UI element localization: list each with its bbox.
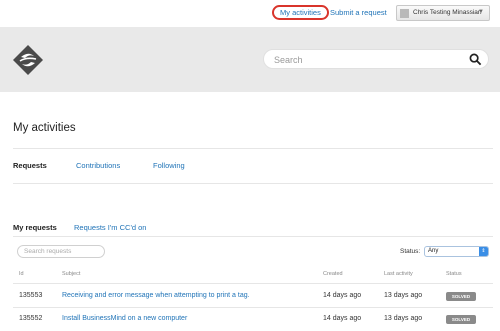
request-id: 135552 [19, 315, 43, 322]
user-menu[interactable]: Chris Testing Minassian ▼ [396, 5, 490, 21]
row-divider [13, 307, 493, 308]
search-requests-input[interactable] [17, 245, 105, 258]
tab-following[interactable]: Following [153, 161, 185, 170]
status-select-value: Any [428, 248, 439, 254]
avatar [400, 9, 409, 18]
request-subject-link[interactable]: Install BusinessMind on a new computer [62, 315, 187, 322]
status-select[interactable]: Any ⇕ [424, 246, 489, 257]
tab-contributions[interactable]: Contributions [76, 161, 120, 170]
request-subject-link[interactable]: Receiving and error message when attempt… [62, 292, 250, 299]
status-badge: SOLVED [446, 292, 476, 301]
subtabs-divider [13, 236, 493, 237]
tabs-divider [13, 183, 493, 184]
tab-requests[interactable]: Requests [13, 161, 47, 170]
column-header-id: Id [19, 271, 24, 277]
search-icon[interactable] [469, 53, 482, 66]
request-last-activity: 13 days ago [384, 292, 423, 299]
column-header-status: Status [446, 271, 462, 277]
status-badge: SOLVED [446, 315, 476, 324]
search-input[interactable] [274, 53, 464, 66]
subtab-cc-requests[interactable]: Requests I'm CC'd on [74, 223, 146, 232]
subtab-my-requests[interactable]: My requests [13, 223, 57, 232]
request-id: 135553 [19, 292, 43, 299]
top-nav: My activities Submit a request Chris Tes… [0, 0, 500, 27]
status-filter-label: Status: [400, 248, 421, 255]
request-created: 14 days ago [323, 315, 362, 322]
logo-icon[interactable] [12, 44, 44, 76]
select-arrow-icon: ⇕ [479, 247, 488, 256]
submit-request-link[interactable]: Submit a request [330, 8, 387, 17]
header-divider [13, 283, 493, 284]
request-created: 14 days ago [323, 292, 362, 299]
column-header-created: Created [323, 271, 343, 277]
my-activities-link[interactable]: My activities [272, 5, 329, 20]
search-box [263, 49, 489, 69]
table-row: 135553 Receiving and error message when … [0, 285, 500, 307]
header-banner [0, 27, 500, 92]
caret-down-icon: ▼ [478, 9, 484, 15]
column-header-last-activity: Last activity [384, 271, 413, 277]
page-title: My activities [13, 122, 76, 134]
column-header-subject: Subject [62, 271, 81, 277]
request-last-activity: 13 days ago [384, 315, 423, 322]
title-divider [13, 148, 493, 149]
table-row: 135552 Install BusinessMind on a new com… [0, 309, 500, 331]
user-name: Chris Testing Minassian [413, 9, 482, 16]
